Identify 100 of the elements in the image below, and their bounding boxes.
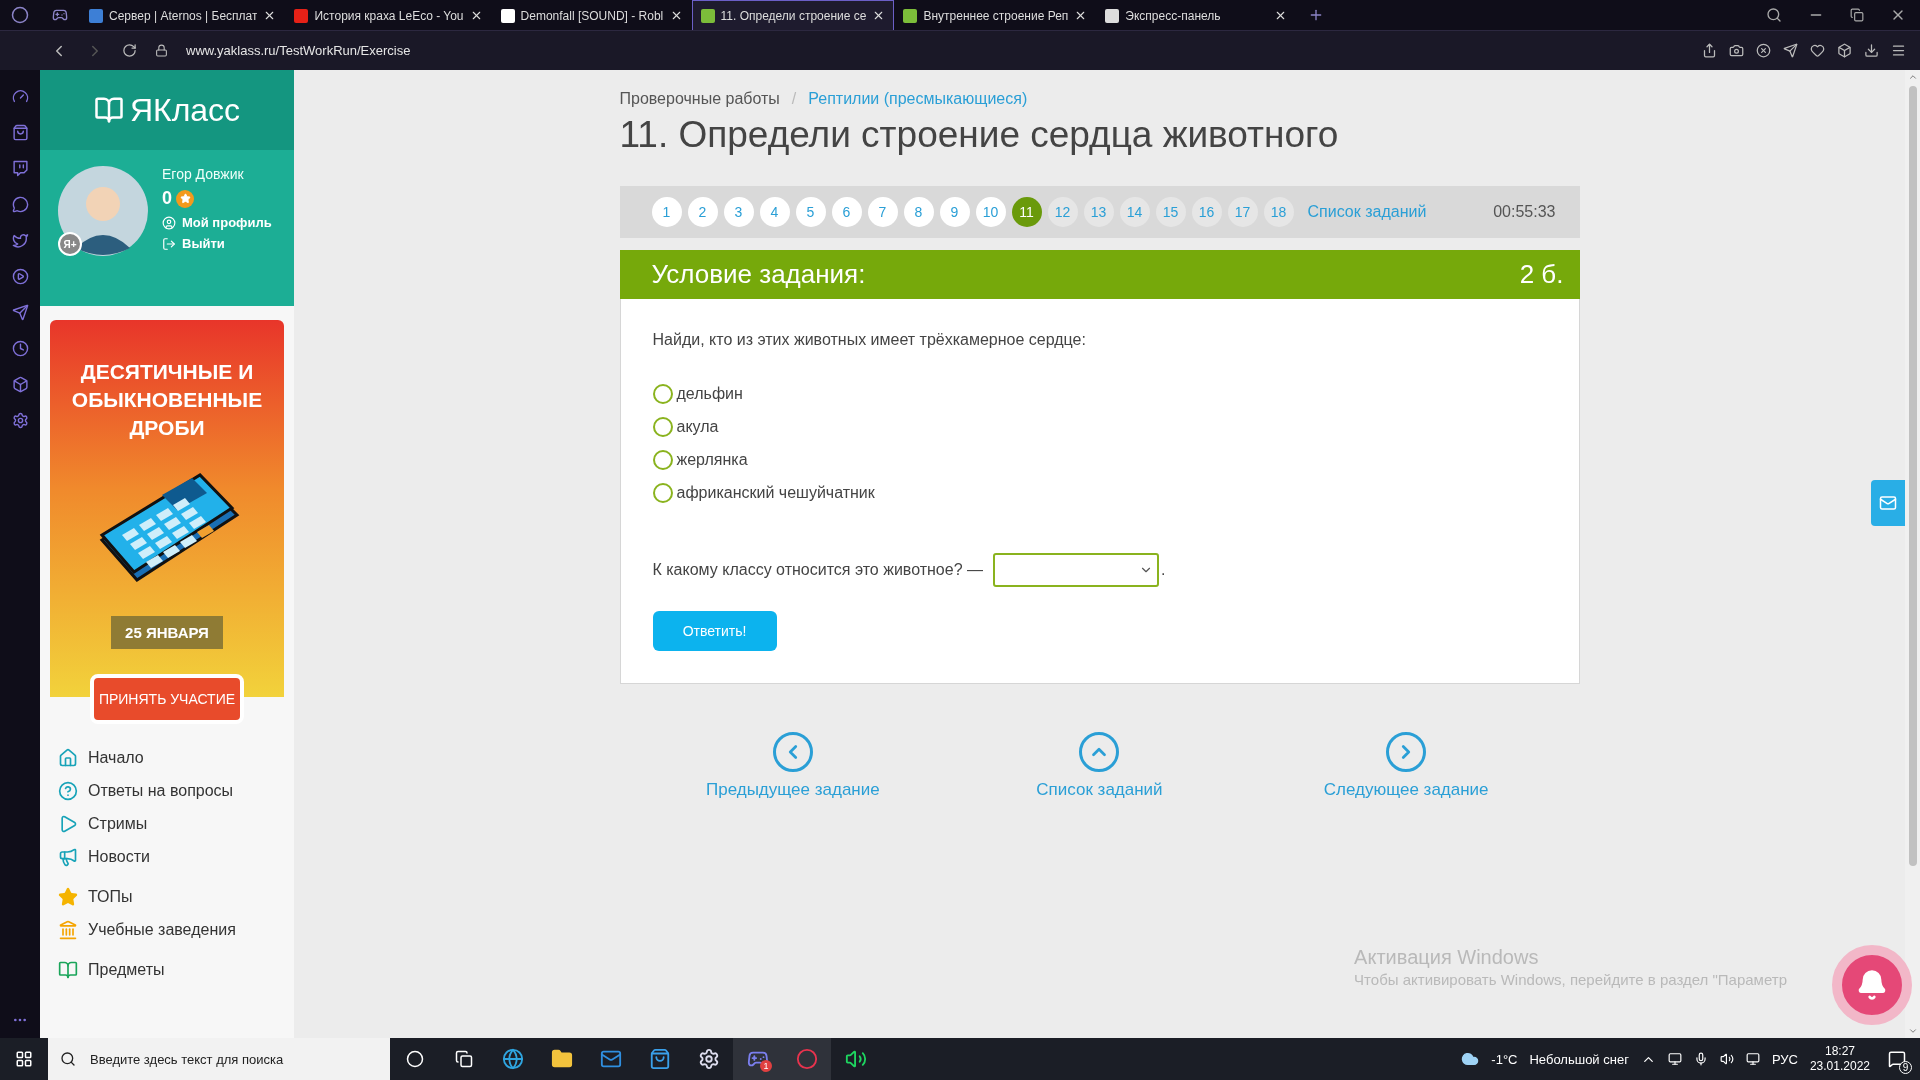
radio-button[interactable] — [652, 384, 673, 404]
promo-banner[interactable]: ДЕСЯТИЧНЫЕ И ОБЫКНОВЕННЫЕ ДРОБИ 25 ЯНВАРЯ ПРИНЯТЬ УЧАСТИЕ — [50, 320, 284, 724]
browser-tab[interactable]: 11. Определи строение се — [691, 0, 895, 30]
task-number[interactable]: 15 — [1155, 197, 1186, 227]
device-icon[interactable] — [1667, 1052, 1682, 1066]
blocker-icon[interactable] — [1756, 43, 1771, 58]
task-number[interactable]: 7 — [867, 197, 898, 227]
answer-option[interactable]: дельфин — [652, 384, 1547, 404]
clock[interactable]: 18:27 23.01.2022 — [1809, 1044, 1870, 1074]
heart-icon[interactable] — [1810, 43, 1825, 58]
share-icon[interactable] — [1702, 43, 1717, 58]
camera-icon[interactable] — [1729, 43, 1744, 58]
profile-link[interactable]: Мой профиль — [162, 215, 272, 230]
cube-icon[interactable] — [1837, 43, 1852, 58]
radio-button[interactable] — [652, 450, 673, 470]
task-view-icon[interactable] — [454, 1050, 473, 1068]
task-number[interactable]: 3 — [723, 197, 754, 227]
answer-option[interactable]: акула — [652, 417, 1547, 437]
sidebar-link[interactable]: Стримы — [58, 814, 294, 834]
task-number[interactable]: 4 — [759, 197, 790, 227]
windows-start-icon[interactable] — [15, 1050, 33, 1068]
task-number[interactable]: 10 — [975, 197, 1006, 227]
bag-icon[interactable] — [11, 124, 29, 141]
clock-icon[interactable] — [11, 340, 29, 357]
browser-tab[interactable]: Экспресс-панель — [1096, 0, 1297, 30]
breadcrumb-link[interactable]: Проверочные работы — [619, 90, 780, 108]
restore-icon[interactable] — [1850, 8, 1864, 22]
task-number[interactable]: 14 — [1119, 197, 1150, 227]
store-icon[interactable] — [648, 1048, 671, 1070]
period-text: . — [1161, 561, 1166, 579]
search-icon — [60, 1051, 76, 1067]
sidebar-link[interactable]: ТОПы — [58, 887, 294, 907]
radio-button[interactable] — [652, 417, 673, 437]
browser-tab[interactable]: История краха LeEco - You — [285, 0, 492, 30]
question-text: Найди, кто из этих животных имеет трёхкамерное сердце: — [652, 331, 1087, 349]
twitter-icon[interactable] — [11, 232, 29, 249]
task-number[interactable]: 6 — [831, 197, 862, 227]
task-nav-link[interactable]: Предыдущее задание — [672, 732, 913, 800]
chevron-up-icon — [1079, 732, 1120, 772]
home-icon — [58, 748, 78, 768]
task-number[interactable]: 18 — [1263, 197, 1294, 227]
radio-button[interactable] — [652, 483, 673, 503]
door-icon — [162, 236, 176, 251]
breadcrumb-link[interactable]: Рептилии (пресмыкающиеся) — [808, 90, 1028, 108]
task-number[interactable]: 8 — [903, 197, 934, 227]
profile-link[interactable]: Выйти — [162, 236, 272, 251]
mail-icon[interactable] — [599, 1048, 622, 1070]
favicon-icon — [700, 8, 715, 23]
answer-button[interactable]: Ответить! — [652, 611, 777, 651]
sidebar-link[interactable]: Ответы на вопросы — [58, 781, 294, 801]
address-field[interactable]: www.yaklass.ru/TestWorkRun/Exercise — [186, 43, 411, 58]
task-number[interactable]: 12 — [1047, 197, 1078, 227]
bell-icon — [1856, 969, 1888, 1001]
microphone-icon[interactable] — [1693, 1052, 1708, 1066]
twitch-icon[interactable] — [11, 160, 29, 177]
browser-tab[interactable]: Сервер | Aternos | Бесплат — [80, 0, 286, 30]
participate-button[interactable]: ПРИНЯТЬ УЧАСТИЕ — [90, 674, 244, 724]
status-badge: Я+ — [58, 232, 82, 256]
task-number[interactable]: 17 — [1227, 197, 1258, 227]
browser-tab[interactable]: Внутреннее строение Реп — [894, 0, 1097, 30]
play-icon — [58, 814, 78, 834]
task-number[interactable]: 1 — [651, 197, 682, 227]
volume-icon[interactable] — [1719, 1052, 1734, 1066]
sidebar-link[interactable]: Начало — [58, 748, 294, 768]
sidebar-link[interactable]: Учебные заведения — [58, 920, 294, 940]
gauge-icon[interactable] — [11, 88, 29, 105]
language-indicator[interactable]: РУС — [1771, 1051, 1798, 1067]
settings-icon[interactable] — [11, 412, 29, 429]
menu-icon[interactable] — [1891, 43, 1906, 58]
task-nav-link[interactable]: Список заданий — [979, 732, 1220, 800]
browser-tab[interactable]: Demonfall [SOUND] - Robl — [491, 0, 692, 30]
chevron-right-icon — [1386, 732, 1427, 772]
folder-icon[interactable] — [550, 1048, 573, 1070]
task-number[interactable]: 5 — [795, 197, 826, 227]
task-nav-link[interactable]: Следующее задание — [1286, 732, 1527, 800]
banner-title: ДЕСЯТИЧНЫЕ И ОБЫКНОВЕННЫЕ ДРОБИ — [70, 359, 264, 441]
answer-option[interactable]: африканский чешуйчатник — [652, 483, 1547, 503]
breadcrumb-separator: / — [791, 90, 797, 108]
taskbar-search-field[interactable]: Введите здесь текст для поиска — [48, 1038, 390, 1080]
answer-option[interactable]: жерлянка — [652, 450, 1547, 470]
download-icon[interactable] — [1864, 43, 1879, 58]
reload-icon[interactable] — [122, 43, 137, 58]
temperature-text[interactable]: -1°C — [1491, 1051, 1518, 1067]
task-number[interactable]: 2 — [687, 197, 718, 227]
task-number[interactable]: 16 — [1191, 197, 1222, 227]
task-number[interactable]: 9 — [939, 197, 970, 227]
weather-icon[interactable] — [1461, 1050, 1480, 1068]
task-points: 2 б. — [1519, 259, 1564, 290]
task-number[interactable]: 13 — [1083, 197, 1114, 227]
sidebar-link[interactable]: Предметы — [58, 960, 294, 980]
play-icon[interactable] — [11, 268, 29, 285]
send-icon[interactable] — [11, 304, 29, 321]
sidebar-link[interactable]: Новости — [58, 847, 294, 867]
search-icon[interactable] — [1766, 7, 1782, 23]
gamepad-icon[interactable] — [52, 7, 68, 23]
task-list-link[interactable]: Список заданий — [1307, 203, 1427, 221]
cube-icon[interactable] — [11, 376, 29, 393]
weather-text[interactable]: Небольшой снег — [1529, 1051, 1629, 1067]
task-number[interactable]: 11 — [1011, 197, 1042, 227]
send-icon[interactable] — [1783, 43, 1798, 58]
